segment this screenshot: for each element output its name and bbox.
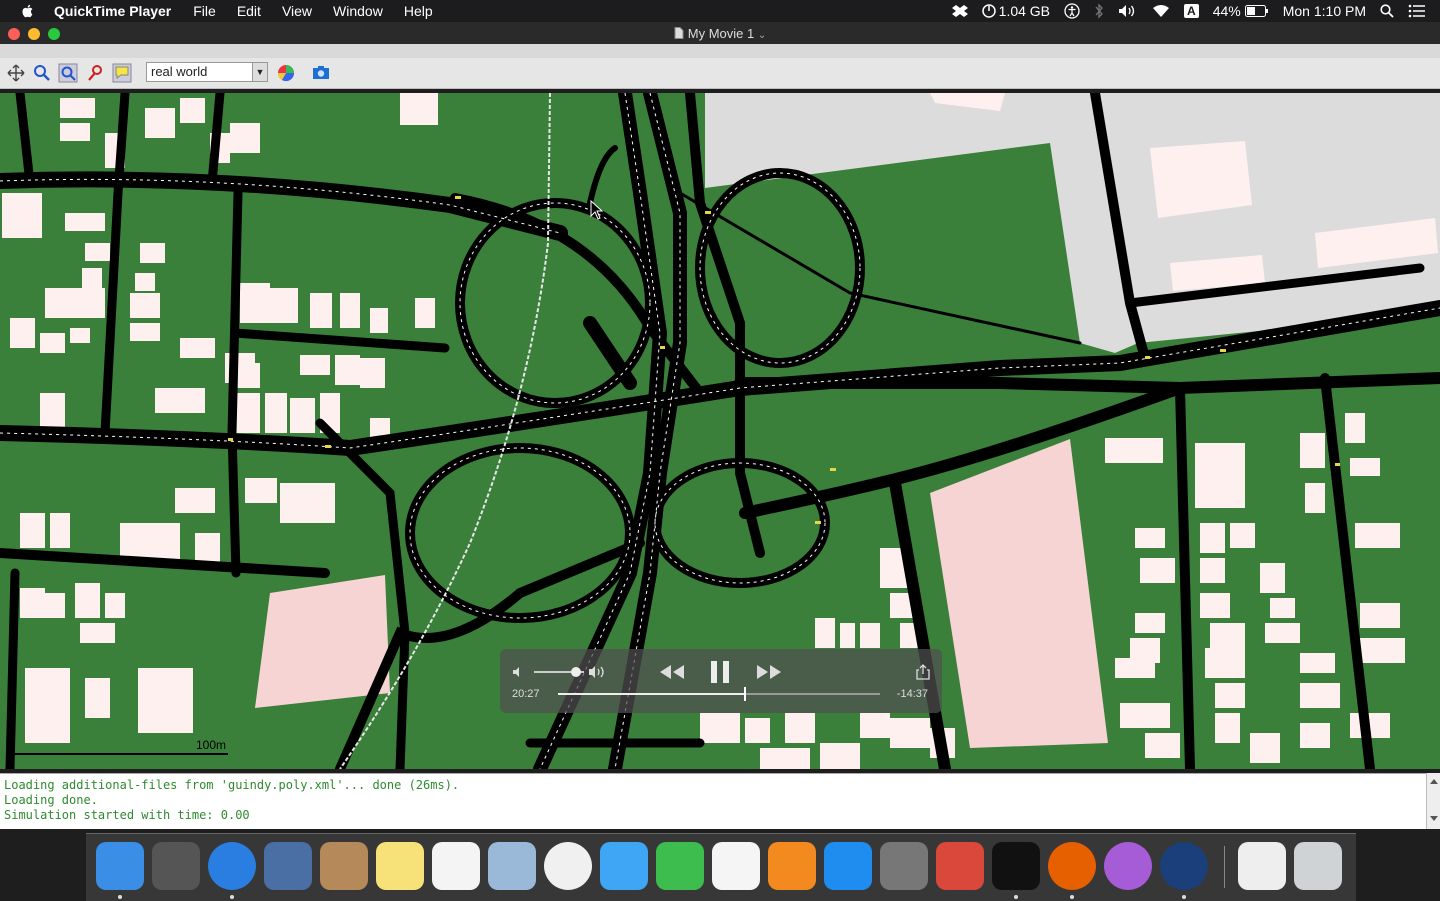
map-scale-bar: 0 100m [8, 738, 238, 758]
dock [86, 833, 1356, 901]
battery-icon [1244, 5, 1268, 17]
scrubber-track[interactable] [558, 687, 880, 701]
plot-area [255, 575, 390, 708]
document-icon [674, 27, 684, 39]
log-line: Loading done. [4, 793, 98, 807]
wifi-icon[interactable] [1152, 4, 1170, 18]
appstore-icon[interactable] [824, 842, 872, 890]
locate-icon[interactable] [58, 63, 78, 83]
memory-gauge-icon [981, 4, 996, 18]
running-indicator [118, 895, 122, 899]
dropbox-icon[interactable] [951, 4, 968, 18]
volume-icon[interactable] [1118, 3, 1138, 19]
battery-status[interactable]: 44% [1213, 3, 1269, 19]
mouse-cursor-icon [590, 200, 604, 220]
simulation-toolbar: real world ▼ [0, 58, 1440, 89]
reminders-icon[interactable] [432, 842, 480, 890]
launchpad-icon[interactable] [152, 842, 200, 890]
terminal-icon[interactable] [992, 842, 1040, 890]
plot-area [930, 439, 1108, 748]
menu-bar: QuickTime Player File Edit View Window H… [0, 0, 1440, 22]
volume-high-icon[interactable] [588, 665, 608, 679]
menu-window[interactable]: Window [333, 3, 383, 19]
preview-icon[interactable] [488, 842, 536, 890]
remote-desktop-icon[interactable] [936, 842, 984, 890]
share-icon[interactable] [916, 664, 930, 680]
volume-low-icon[interactable] [512, 666, 524, 678]
breakpoint-icon[interactable] [85, 63, 105, 83]
elapsed-time: 20:27 [512, 688, 540, 700]
notes-icon[interactable] [376, 842, 424, 890]
mail-icon[interactable] [264, 842, 312, 890]
finder-icon[interactable] [96, 842, 144, 890]
feedback-icon[interactable] [1104, 842, 1152, 890]
view-scheme-value: real world [151, 64, 208, 79]
scrubber-progress [558, 693, 745, 695]
clock[interactable]: Mon 1:10 PM [1283, 3, 1366, 19]
menu-help[interactable]: Help [404, 3, 433, 19]
playback-controls[interactable]: 20:27 -14:37 [500, 649, 942, 713]
messages-icon[interactable] [600, 842, 648, 890]
building [1150, 141, 1252, 218]
rewind-icon[interactable] [659, 664, 685, 680]
notification-center-icon[interactable] [1408, 4, 1426, 18]
itunes-icon[interactable] [712, 842, 760, 890]
menu-file[interactable]: File [193, 3, 216, 19]
bluetooth-icon[interactable] [1094, 3, 1104, 19]
dropdown-arrow-icon[interactable]: ▼ [252, 63, 267, 81]
dock-separator [1224, 846, 1225, 888]
pause-icon[interactable] [709, 660, 731, 684]
title-chevron-icon[interactable]: ⌄ [758, 30, 766, 41]
running-indicator [230, 895, 234, 899]
industrial-area [705, 93, 1440, 353]
pan-icon[interactable] [6, 63, 26, 83]
system-preferences-icon[interactable] [880, 842, 928, 890]
volume-slider-knob[interactable] [571, 667, 581, 677]
accessibility-icon[interactable] [1064, 3, 1080, 19]
window-title-bar: My Movie 1 ⌄ [0, 22, 1440, 44]
scale-distance-label: 100m [196, 738, 227, 752]
safari-icon[interactable] [208, 842, 256, 890]
view-scheme-select[interactable]: real world ▼ [146, 62, 268, 82]
facetime-icon[interactable] [656, 842, 704, 890]
menu-edit[interactable]: Edit [237, 3, 261, 19]
quicktime-icon[interactable] [1160, 842, 1208, 890]
app-menu[interactable]: QuickTime Player [54, 3, 171, 19]
message-icon[interactable] [112, 63, 132, 83]
message-log[interactable]: Loading additional-files from 'guindy.po… [0, 773, 1426, 829]
volume-slider[interactable] [534, 667, 584, 677]
remaining-time: -14:37 [896, 688, 928, 700]
photos-icon[interactable] [544, 842, 592, 890]
battery-percent: 44% [1212, 3, 1241, 19]
running-indicator [1014, 895, 1018, 899]
fast-forward-icon[interactable] [756, 664, 782, 680]
scale-line [8, 753, 228, 755]
memory-status[interactable]: 1.04 GB [981, 3, 1051, 19]
menu-view[interactable]: View [282, 3, 312, 19]
log-line: Simulation started with time: 0.00 [4, 808, 250, 822]
trash-icon[interactable] [1294, 842, 1342, 890]
scroll-down-icon[interactable] [1427, 813, 1440, 825]
log-line: Loading additional-files from 'guindy.po… [4, 778, 460, 792]
spotlight-search-icon[interactable] [1380, 4, 1394, 18]
newspaper-icon[interactable] [1238, 842, 1286, 890]
log-scrollbar[interactable] [1426, 773, 1440, 829]
memory-value: 1.04 GB [998, 3, 1051, 19]
running-indicator [1182, 895, 1186, 899]
scroll-up-icon[interactable] [1427, 775, 1440, 787]
zoom-icon[interactable] [32, 63, 52, 83]
scrubber-playhead[interactable] [743, 687, 746, 701]
ibooks-icon[interactable] [768, 842, 816, 890]
color-wheel-icon[interactable] [276, 63, 296, 83]
contacts-icon[interactable] [320, 842, 368, 890]
input-source-badge[interactable]: A [1184, 4, 1199, 18]
scale-zero-label: 0 [8, 738, 15, 752]
window-title: My Movie 1 ⌄ [0, 26, 1440, 41]
screenshot-camera-icon[interactable] [311, 63, 331, 83]
apple-menu-icon[interactable] [20, 3, 36, 19]
running-indicator [1070, 895, 1074, 899]
window-title-text: My Movie 1 [687, 26, 755, 41]
firefox-icon[interactable] [1048, 842, 1096, 890]
partial-toolbar-strip [0, 44, 1440, 58]
